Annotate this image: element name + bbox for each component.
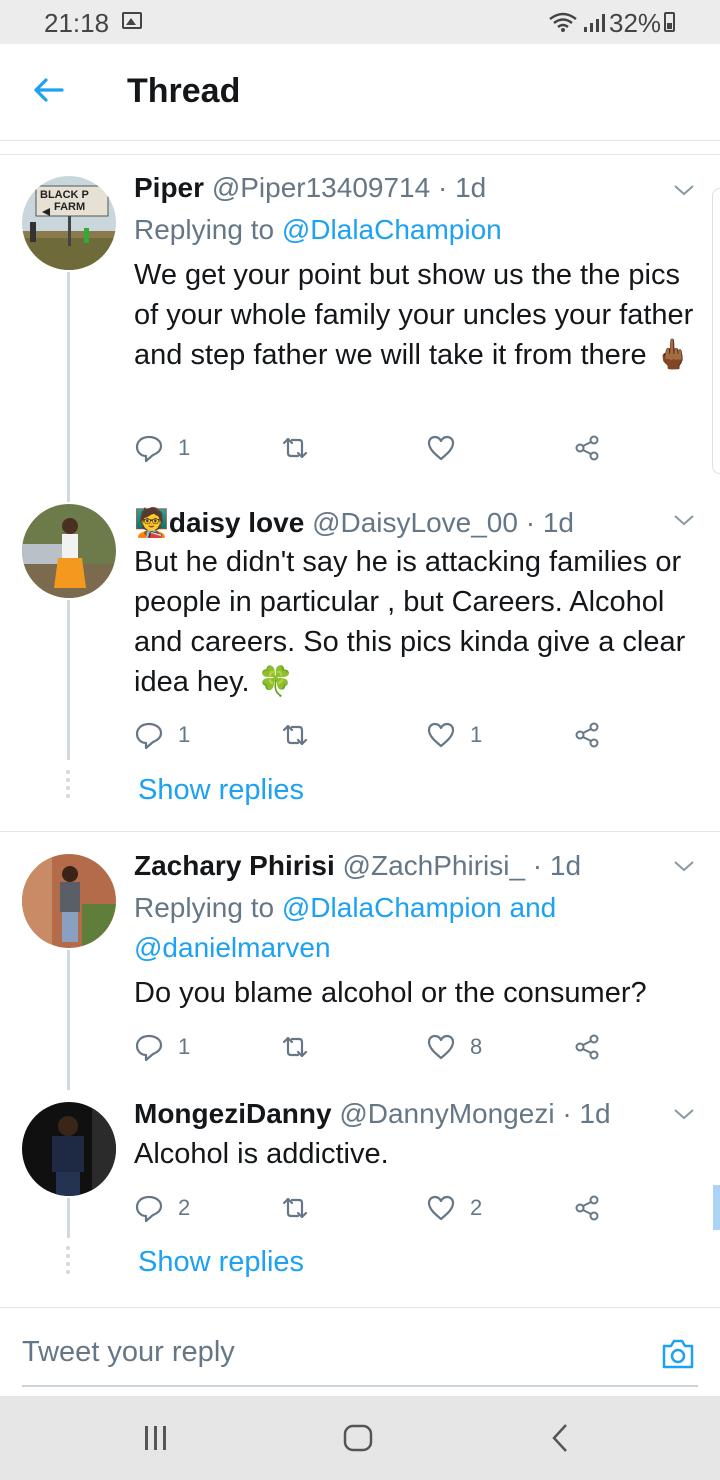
show-replies-link[interactable]: Show replies <box>138 1246 304 1279</box>
handle-time: @DannyMongezi · 1d <box>339 1098 611 1129</box>
camera-icon[interactable] <box>660 1336 696 1372</box>
recents-icon[interactable] <box>142 1422 170 1454</box>
tweet-actions: 2 2 <box>134 1190 614 1226</box>
display-name[interactable]: MongeziDanny <box>134 1098 332 1129</box>
reply-button[interactable]: 2 <box>134 1190 190 1226</box>
tweet-mongezidanny[interactable]: MongeziDanny @DannyMongezi · 1d Alcohol … <box>0 0 720 1300</box>
retweet-button[interactable] <box>280 1190 310 1226</box>
thread-line <box>67 1198 70 1238</box>
share-icon <box>575 1195 599 1221</box>
more-replies-dots <box>66 1246 71 1278</box>
scrollbar-thumb[interactable] <box>713 1185 720 1230</box>
tweet-header: MongeziDanny @DannyMongezi · 1d <box>134 1098 611 1130</box>
input-underline <box>22 1385 698 1387</box>
tweet-text: Alcohol is addictive. <box>134 1138 389 1170</box>
like-count: 2 <box>470 1195 483 1220</box>
avatar[interactable] <box>22 1102 116 1196</box>
reply-input[interactable]: Tweet your reply <box>22 1336 235 1369</box>
retweet-icon <box>282 1197 308 1219</box>
like-icon <box>427 1195 455 1221</box>
like-button[interactable]: 2 <box>426 1190 482 1226</box>
home-icon[interactable] <box>342 1422 374 1454</box>
system-nav-bar <box>0 1396 720 1480</box>
share-button[interactable] <box>572 1190 602 1226</box>
reply-composer: Tweet your reply <box>0 1307 720 1396</box>
back-icon[interactable] <box>548 1422 572 1454</box>
chevron-down-icon[interactable] <box>670 1100 698 1128</box>
reply-count: 2 <box>178 1195 191 1220</box>
reply-icon <box>135 1195 163 1223</box>
